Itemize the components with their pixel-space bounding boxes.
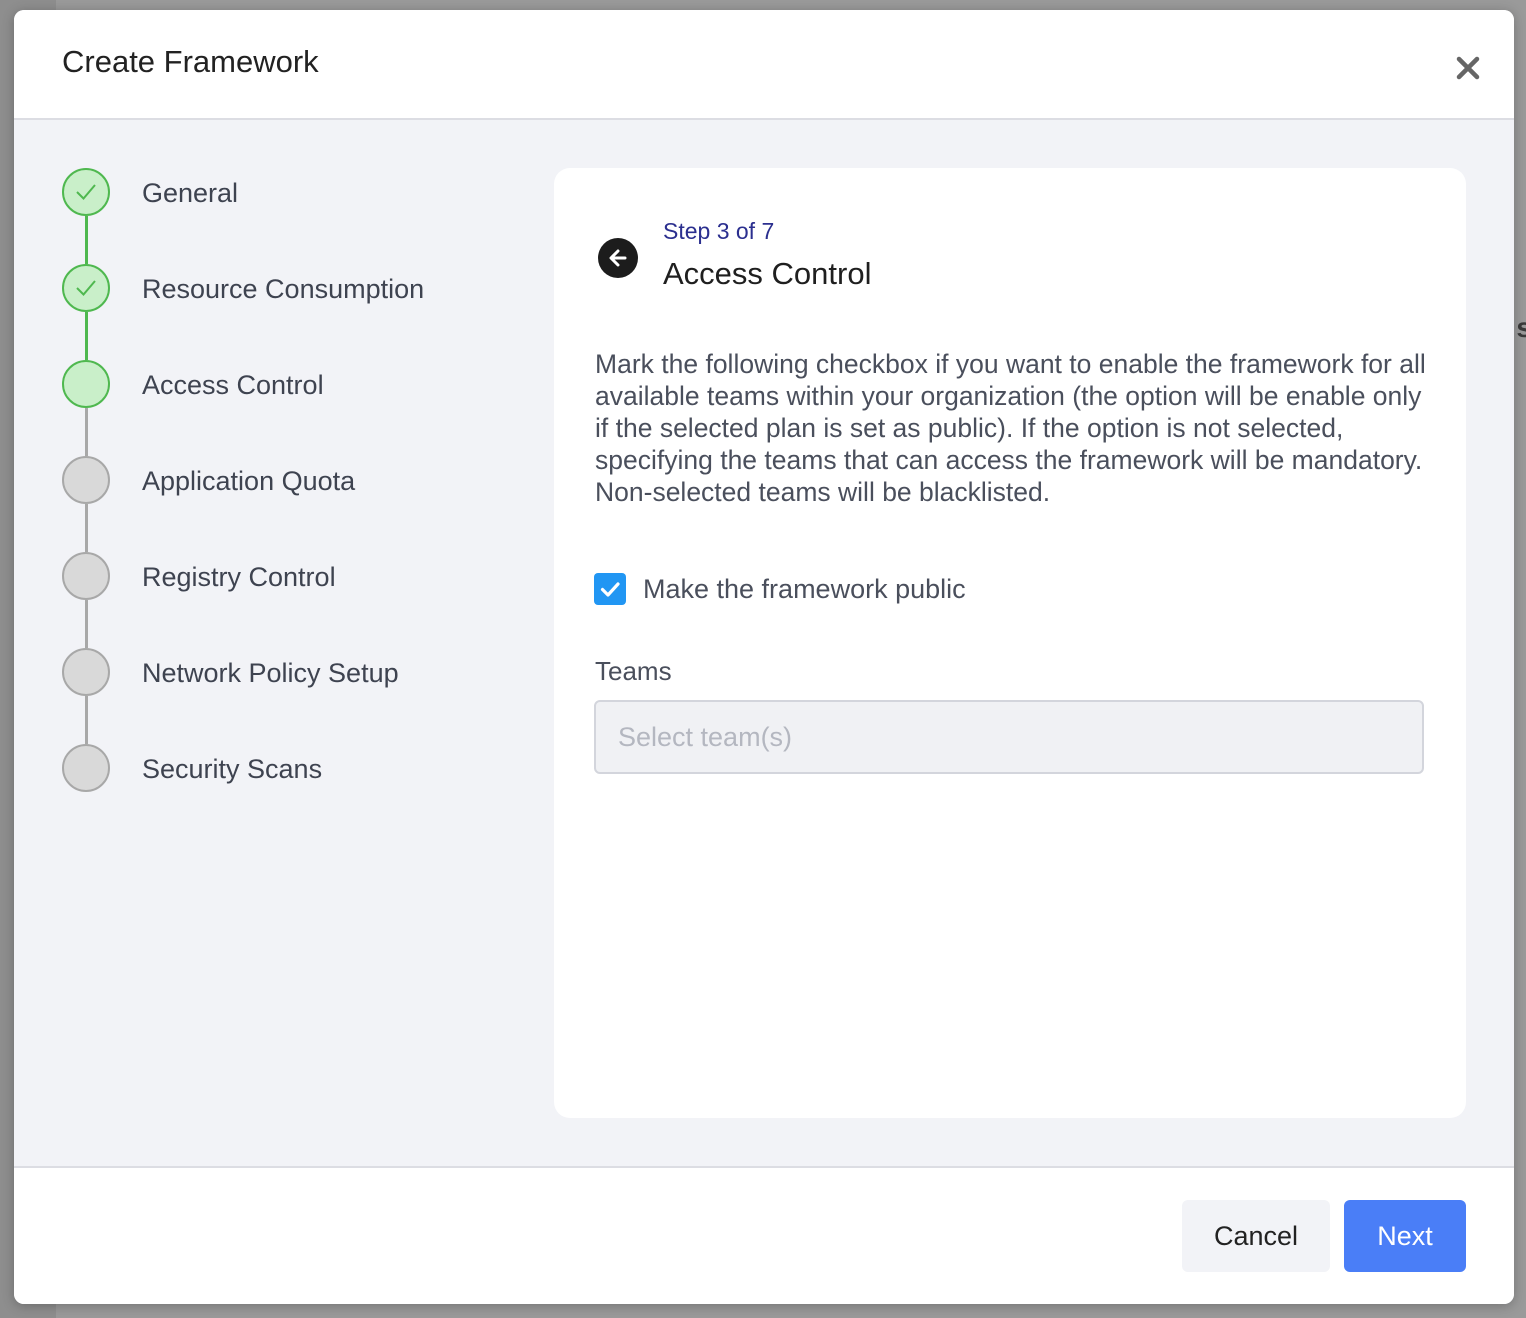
step-connector [85, 600, 88, 648]
back-button[interactable] [598, 238, 638, 278]
step-current-indicator [62, 360, 110, 408]
check-icon [76, 280, 96, 296]
step-counter: Step 3 of 7 [663, 218, 775, 244]
teams-select[interactable]: Select team(s) [594, 700, 1424, 774]
step-security-scans[interactable]: Security Scans [62, 744, 522, 792]
section-description: Mark the following checkbox if you want … [595, 349, 1426, 507]
make-public-checkbox-row[interactable]: Make the framework public [594, 572, 966, 606]
step-application-quota[interactable]: Application Quota [62, 456, 522, 504]
checkmark-icon [600, 582, 620, 597]
step-general[interactable]: General [62, 168, 522, 216]
step-connector [85, 216, 88, 264]
modal-footer: Cancel Next [14, 1166, 1514, 1304]
check-icon [76, 184, 96, 200]
step-label: Application Quota [142, 466, 356, 496]
step-content-card: Step 3 of 7 Access Control Mark the foll… [554, 168, 1466, 1118]
step-complete-indicator [62, 168, 110, 216]
make-public-label: Make the framework public [643, 573, 966, 604]
modal-title: Create Framework [62, 44, 319, 79]
teams-select-placeholder: Select team(s) [618, 721, 793, 752]
step-label: Access Control [142, 370, 324, 400]
step-network-policy-setup[interactable]: Network Policy Setup [62, 648, 522, 696]
step-label: Security Scans [142, 754, 323, 784]
arrow-left-icon [609, 249, 627, 267]
cancel-button[interactable]: Cancel [1182, 1200, 1330, 1272]
teams-label: Teams [595, 656, 672, 686]
step-pending-indicator [62, 648, 110, 696]
step-connector [85, 312, 88, 360]
step-label: Resource Consumption [142, 274, 425, 304]
next-button[interactable]: Next [1344, 1200, 1466, 1272]
step-connector [85, 696, 88, 744]
step-pending-indicator [62, 744, 110, 792]
make-public-checkbox[interactable] [594, 573, 626, 605]
section-title: Access Control [663, 256, 872, 291]
background-partial-text: s [1516, 312, 1526, 343]
create-framework-modal: Create Framework General Resource Consum… [14, 10, 1514, 1304]
close-button[interactable] [1450, 50, 1486, 86]
step-label: Network Policy Setup [142, 658, 399, 688]
close-icon [1456, 56, 1480, 80]
step-connector [85, 408, 88, 456]
step-pending-indicator [62, 552, 110, 600]
step-complete-indicator [62, 264, 110, 312]
step-label: General [142, 178, 239, 208]
modal-header: Create Framework [14, 10, 1514, 120]
step-pending-indicator [62, 456, 110, 504]
step-label: Registry Control [142, 562, 336, 592]
step-resource-consumption[interactable]: Resource Consumption [62, 264, 522, 312]
step-registry-control[interactable]: Registry Control [62, 552, 522, 600]
step-connector [85, 504, 88, 552]
step-access-control[interactable]: Access Control [62, 360, 522, 408]
